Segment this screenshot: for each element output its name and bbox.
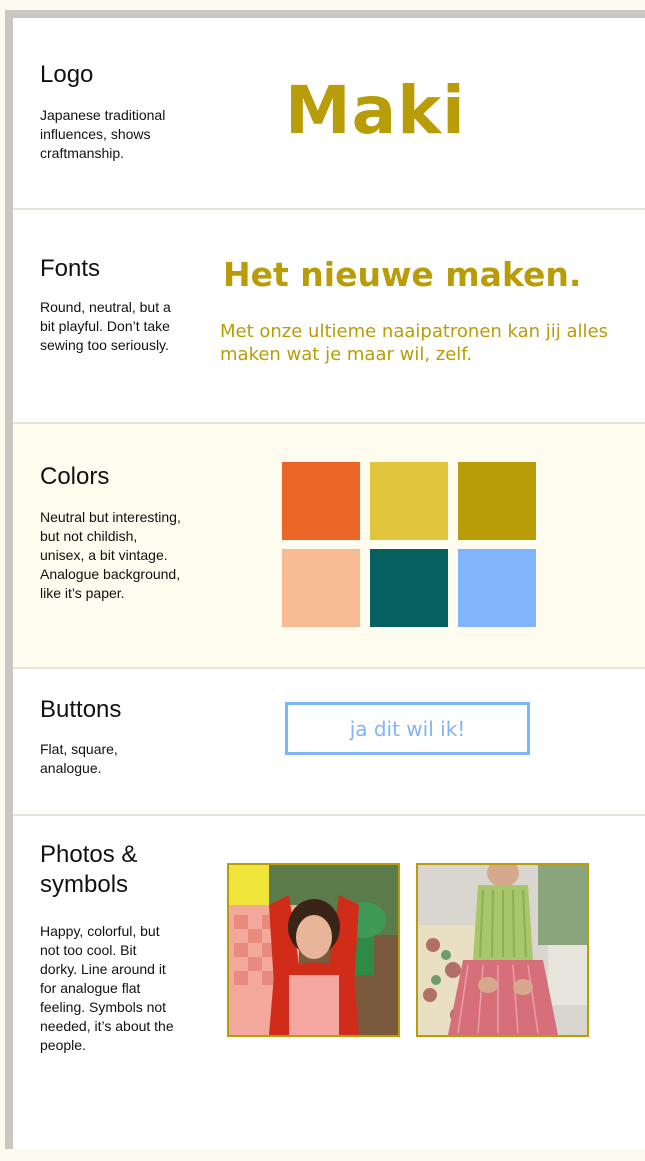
color-swatch-light-blue: [458, 549, 536, 627]
font-body-sample: Met onze ultieme naaipatronen kan jij al…: [220, 321, 609, 365]
color-swatch-mustard: [370, 462, 448, 540]
logo-wordmark: Maki: [285, 72, 466, 149]
color-swatch-teal: [370, 549, 448, 627]
fonts-section-description: Round, neutral, but a bit playful. Don’t…: [40, 299, 171, 353]
photos-section-title: Photos & symbols: [40, 841, 138, 898]
font-headline-sample: Het nieuwe maken.: [223, 255, 582, 294]
photos-section-description: Happy, colorful, but not too cool. Bit d…: [40, 923, 174, 1053]
colors-section-title: Colors: [40, 463, 110, 490]
fonts-section: Fonts Round, neutral, but a bit playful.…: [13, 210, 645, 424]
color-swatch-peach: [282, 549, 360, 627]
colors-section: Colors Neutral but interesting, but not …: [13, 424, 645, 669]
fonts-section-title: Fonts: [40, 255, 101, 282]
photo-woman-green-top: [416, 863, 589, 1037]
logo-section-title: Logo: [40, 61, 94, 88]
photo-woman-red-sweater: [227, 863, 400, 1037]
color-swatch-olive-gold: [458, 462, 536, 540]
logo-section-description: Japanese traditional influences, shows c…: [40, 107, 166, 161]
sample-cta-button[interactable]: ja dit wil ik!: [285, 702, 530, 755]
buttons-section-description: Flat, square, analogue.: [40, 741, 118, 776]
colors-section-description: Neutral but interesting, but not childis…: [40, 509, 181, 601]
color-swatch-orange: [282, 462, 360, 540]
buttons-section-title: Buttons: [40, 696, 122, 723]
